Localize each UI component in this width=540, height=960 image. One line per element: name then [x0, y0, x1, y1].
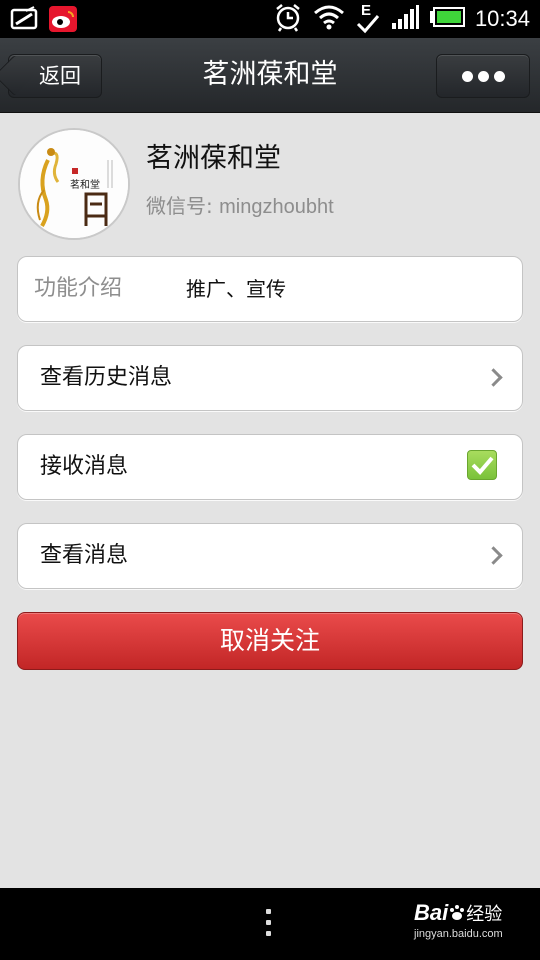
- alarm-icon: [273, 2, 303, 36]
- wechat-id-label: 微信号:: [146, 194, 220, 218]
- avatar[interactable]: 茗和堂: [18, 128, 130, 240]
- chevron-right-icon: [484, 368, 503, 387]
- account-name: 茗洲葆和堂: [146, 143, 281, 174]
- wechat-id: 微信号: mingzhoubht: [146, 190, 334, 219]
- weibo-icon: [48, 5, 78, 33]
- navigation-bar: 返回 茗洲葆和堂: [0, 38, 540, 113]
- history-messages-row[interactable]: 查看历史消息: [17, 345, 523, 411]
- watermark-logo-suffix: 经验: [466, 904, 503, 925]
- more-button[interactable]: [436, 54, 530, 98]
- screenshot-icon: [10, 5, 40, 33]
- avatar-text: 茗和堂: [70, 179, 100, 191]
- paw-icon: [448, 904, 466, 922]
- more-dots-icon: [461, 70, 473, 82]
- history-messages-label: 查看历史消息: [40, 365, 173, 390]
- wechat-id-value: mingzhoubht: [219, 196, 334, 218]
- receive-messages-label: 接收消息: [40, 454, 129, 479]
- back-button-label: 返回: [39, 64, 81, 88]
- view-messages-row[interactable]: 查看消息: [17, 523, 523, 589]
- watermark-site: jingyan.baidu.com: [414, 928, 503, 940]
- receive-messages-checkbox[interactable]: [467, 450, 497, 480]
- signal-icon: [391, 4, 419, 34]
- intro-value: 推广、宣传: [186, 277, 286, 301]
- status-bar: E 10:34: [0, 0, 540, 38]
- checkmark-icon: [471, 456, 494, 475]
- network-e-icon: E: [355, 2, 381, 34]
- system-bottom-bar: Bai 经验 jingyan.baidu.com: [0, 888, 540, 960]
- view-messages-label: 查看消息: [40, 543, 129, 568]
- menu-icon[interactable]: [266, 909, 272, 942]
- watermark-logo: Bai: [414, 900, 449, 925]
- receive-messages-row[interactable]: 接收消息: [17, 434, 523, 500]
- back-button[interactable]: 返回: [8, 54, 102, 98]
- intro-label: 功能介绍: [34, 276, 123, 301]
- baidu-jingyan-watermark: Bai 经验 jingyan.baidu.com: [414, 900, 503, 940]
- wifi-icon: [313, 4, 345, 34]
- battery-icon: [429, 6, 465, 32]
- chevron-right-icon: [484, 546, 503, 565]
- avatar-image: 茗和堂: [20, 130, 128, 238]
- clock-time: 10:34: [474, 6, 530, 31]
- unfollow-button[interactable]: 取消关注: [17, 612, 523, 670]
- intro-card: 功能介绍 推广、宣传: [17, 256, 523, 322]
